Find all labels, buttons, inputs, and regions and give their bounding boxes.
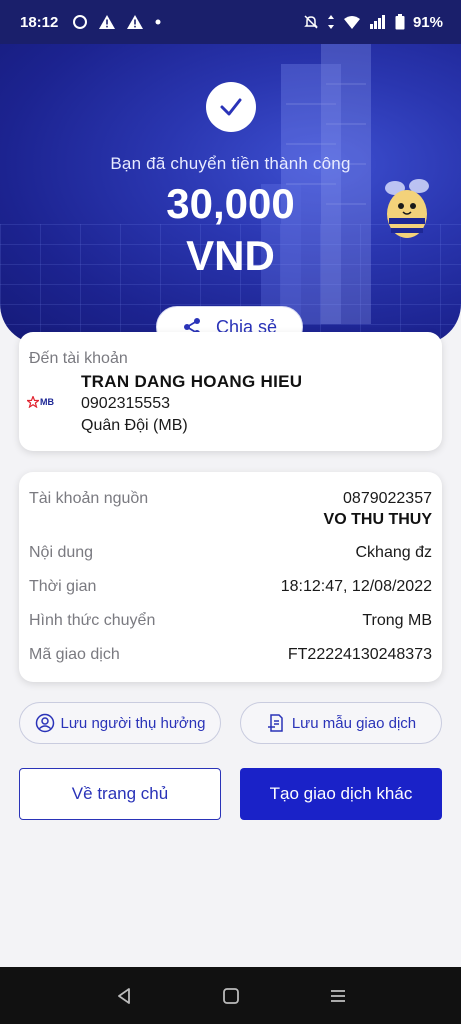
transaction-id-label: Mã giao dịch — [29, 646, 120, 663]
recipient-name: TRAN DANG HOANG HIEU — [81, 372, 303, 391]
status-time: 18:12 — [20, 13, 59, 31]
go-home-button[interactable]: Về trang chủ — [19, 768, 221, 820]
destination-account-card: Đến tài khoản MB TRAN DANG HOANG HIEU 09… — [19, 332, 442, 451]
go-home-label: Về trang chủ — [71, 784, 169, 803]
recipient-account: 0902315553 — [81, 395, 170, 412]
source-account-number: 0879022357 — [343, 490, 432, 507]
dot-icon — [155, 19, 161, 25]
mute-bell-icon — [304, 15, 318, 29]
transaction-id-value: FT22224130248373 — [287, 646, 432, 663]
save-recipient-label: Lưu người thụ hưởng — [60, 714, 206, 732]
mb-bank-logo: MB — [27, 394, 59, 410]
data-arrows-icon — [327, 15, 334, 29]
new-transaction-button[interactable]: Tạo giao dịch khác — [240, 768, 442, 820]
success-check — [206, 82, 256, 132]
bee-mascot-icon — [385, 179, 429, 238]
menu-icon[interactable] — [329, 987, 347, 1005]
battery-percent: 91% — [412, 13, 443, 31]
recipient-bank: Quân Đội (MB) — [81, 417, 188, 434]
home-icon[interactable] — [222, 987, 240, 1005]
detail-row-content: Nội dung Ckhang đz — [29, 544, 432, 562]
save-recipient-button[interactable]: Lưu người thụ hưởng — [19, 702, 221, 744]
back-icon[interactable] — [115, 987, 133, 1005]
system-nav-bar — [0, 967, 461, 1024]
check-icon — [220, 98, 242, 116]
user-circle-icon — [35, 713, 54, 733]
save-template-label: Lưu mẫu giao dịch — [291, 714, 417, 732]
content-value: Ckhang đz — [355, 544, 433, 561]
detail-row-method: Hình thức chuyển Trong MB — [29, 612, 432, 630]
destination-label: Đến tài khoản — [29, 350, 128, 367]
battery-icon — [395, 14, 405, 30]
status-bar: 18:12 91% — [0, 0, 461, 44]
detail-row-txid: Mã giao dịch FT22224130248373 — [29, 646, 432, 664]
save-template-button[interactable]: Lưu mẫu giao dịch — [240, 702, 442, 744]
method-label: Hình thức chuyển — [29, 612, 156, 629]
circle-icon — [73, 15, 88, 29]
wifi-icon — [343, 16, 360, 29]
signal-icon — [369, 15, 385, 29]
source-account-name: VO THU THUY — [323, 511, 432, 528]
detail-row-time: Thời gian 18:12:47, 12/08/2022 — [29, 578, 432, 596]
warning-icon — [99, 15, 116, 29]
document-icon — [267, 714, 283, 732]
star-logo-icon — [27, 396, 39, 408]
time-label: Thời gian — [29, 578, 97, 595]
warning-icon — [127, 15, 144, 29]
bank-logo-text: MB — [40, 397, 54, 407]
method-value: Trong MB — [362, 612, 432, 629]
content-label: Nội dung — [29, 544, 94, 561]
detail-row-source: Tài khoản nguồn 0879022357 VO THU THUY — [29, 490, 432, 529]
success-message: Bạn đã chuyển tiền thành công — [110, 154, 351, 173]
time-value: 18:12:47, 12/08/2022 — [280, 578, 432, 595]
status-left-icons — [72, 14, 162, 30]
transaction-details-card: Tài khoản nguồn 0879022357 VO THU THUY N… — [19, 472, 442, 682]
new-transaction-label: Tạo giao dịch khác — [269, 784, 413, 803]
success-hero: Bạn đã chuyển tiền thành công 30,000 VND… — [0, 44, 461, 344]
source-account-value: 0879022357 VO THU THUY — [324, 490, 432, 529]
source-account-label: Tài khoản nguồn — [29, 490, 149, 507]
status-right-icons: 91% — [303, 14, 443, 31]
